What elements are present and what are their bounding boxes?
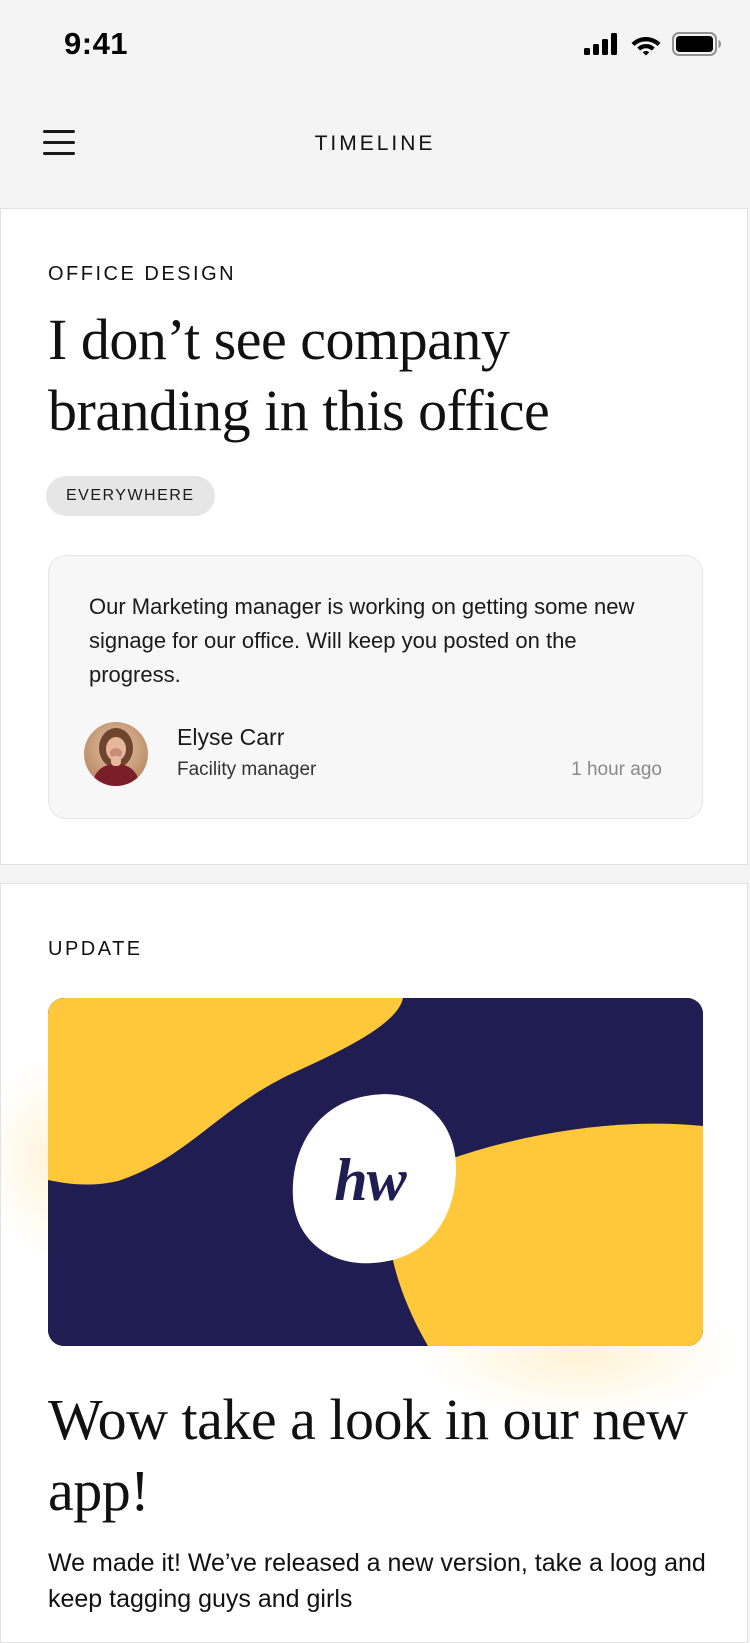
- post-category: OFFICE DESIGN: [48, 263, 237, 285]
- wifi-icon: [630, 32, 662, 61]
- comment-timestamp: 1 hour ago: [571, 759, 662, 780]
- author-role: Facility manager: [177, 759, 317, 780]
- cellular-signal-icon: [584, 33, 620, 60]
- brand-logo: hw: [334, 1147, 406, 1213]
- post-title: Wow take a look in our new app!: [48, 1387, 688, 1523]
- post-card-office-design[interactable]: OFFICE DESIGN I don’t see company brandi…: [0, 208, 748, 865]
- status-icons: [584, 32, 722, 61]
- post-category: UPDATE: [48, 938, 143, 960]
- app-banner-image[interactable]: hw: [1, 998, 738, 1418]
- battery-icon: [672, 32, 722, 61]
- post-body: We made it! We’ve released a new version…: [48, 1549, 706, 1613]
- status-time: 9:41: [64, 26, 129, 61]
- avatar[interactable]: [84, 722, 148, 786]
- location-tag[interactable]: EVERYWHERE: [46, 476, 215, 516]
- author-name: Elyse Carr: [177, 724, 285, 750]
- post-title: I don’t see company branding in this off…: [48, 307, 550, 443]
- status-bar: 9:41: [0, 0, 750, 92]
- post-card-update[interactable]: UPDATE hw Wow take a look in our new app…: [0, 883, 748, 1643]
- nav-bar: TIMELINE: [0, 92, 750, 208]
- reply-comment: Our Marketing manager is working on gett…: [48, 555, 703, 819]
- comment-text: Our Marketing manager is working on gett…: [89, 594, 635, 687]
- banner-artwork: hw: [48, 998, 703, 1346]
- page-title: TIMELINE: [314, 132, 436, 155]
